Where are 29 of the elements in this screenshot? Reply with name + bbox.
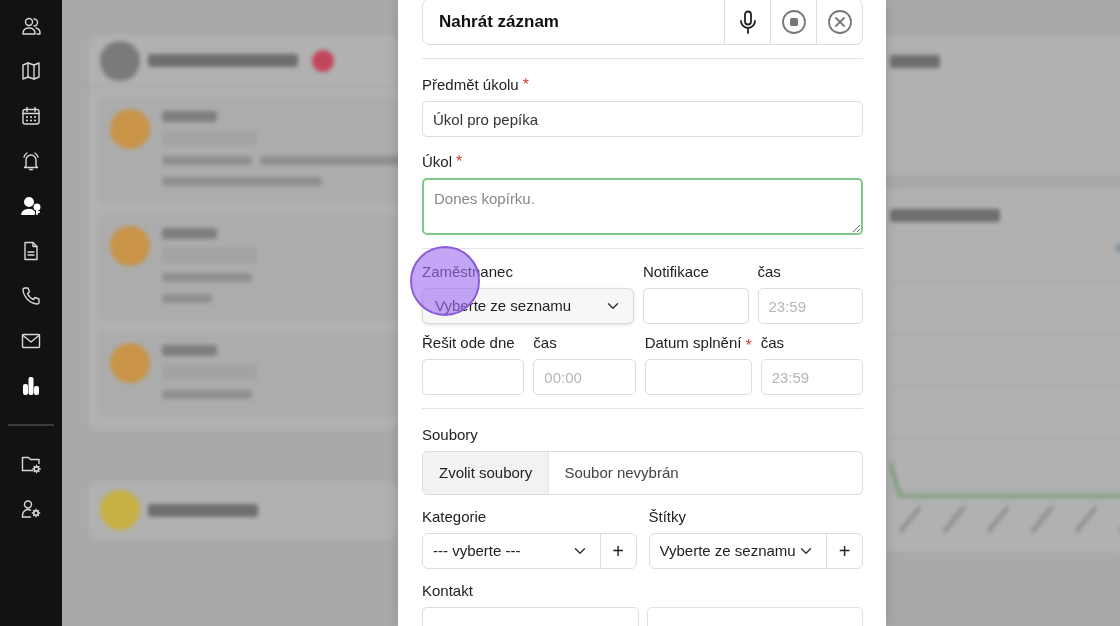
employee-select[interactable]: Vyberte ze seznamu (422, 288, 634, 324)
file-status: Soubor nevybrán (563, 462, 679, 483)
field-label: Notifikace (643, 263, 709, 281)
add-button[interactable]: + (826, 533, 863, 569)
field-label: Datum splnění (644, 334, 742, 352)
task-field[interactable]: Dones kopírku. (422, 178, 863, 235)
time-field[interactable]: 00:00 (533, 359, 636, 395)
recorder-title: Nahrát záznam (438, 10, 560, 33)
field-label: Úkol (422, 153, 452, 171)
time-field[interactable]: 23:59 (757, 288, 863, 324)
field-label: Kategorie (422, 508, 487, 526)
required-mark: * (522, 76, 529, 93)
required-mark: * (456, 153, 463, 170)
file-input[interactable]: Zvolit soubory Soubor nevybrán (422, 451, 863, 495)
choose-files-button[interactable]: Zvolit soubory (423, 452, 550, 494)
time-field[interactable]: 23:59 (760, 359, 863, 395)
field-label: Kontakt (422, 582, 473, 600)
field-label: Předmět úkolu (422, 76, 519, 94)
add-button[interactable]: + (599, 533, 637, 569)
required-mark: * (745, 336, 752, 356)
field-label: Soubory (422, 426, 478, 444)
field-label: Štítky (648, 508, 686, 526)
field-label: čas (533, 334, 557, 352)
dropdown-select[interactable]: Vyberte ze seznamu (648, 533, 827, 569)
subject-field[interactable]: Úkol pro pepíka (422, 101, 863, 137)
dropdown-select[interactable]: --- vyberte --- (422, 533, 601, 569)
field-label: čas (757, 263, 781, 281)
field-label: Řešit ode dne (422, 334, 515, 352)
field-label: čas (760, 334, 784, 352)
